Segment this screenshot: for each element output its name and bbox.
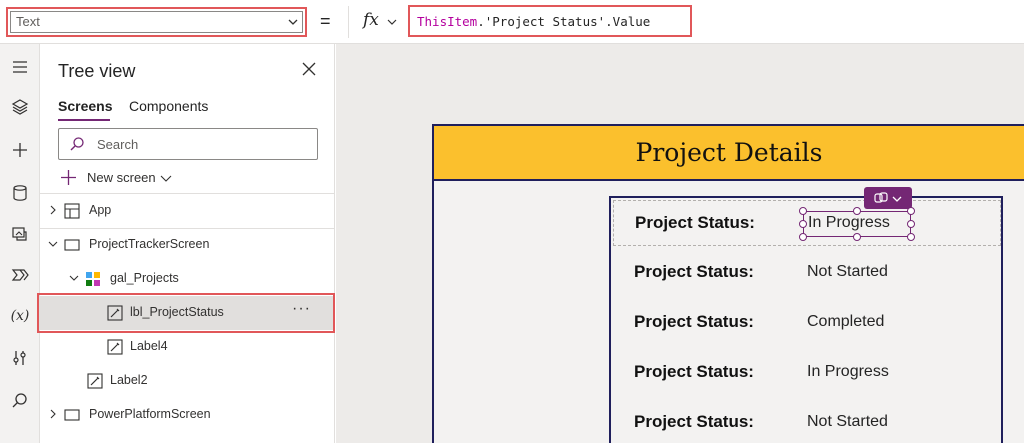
resize-handle[interactable]	[907, 220, 915, 228]
tree-item-label4[interactable]: Label4	[40, 330, 335, 364]
gallery[interactable]: Project Status: In Progress Project Stat…	[609, 187, 1003, 443]
status-value: Not Started	[807, 413, 888, 430]
status-label: Project Status:	[634, 312, 754, 331]
tree-item-projecttrackerscreen[interactable]: ProjectTrackerScreen	[40, 228, 335, 262]
status-value: Completed	[807, 313, 885, 330]
tree-view-title: Tree view	[58, 61, 136, 81]
gallery-item[interactable]: Project Status: Not Started	[611, 248, 1001, 298]
tree-item-label: App	[89, 203, 112, 217]
label-icon	[107, 339, 123, 355]
fx-icon: fx	[363, 10, 379, 30]
header-title: Project Details	[635, 138, 823, 167]
chevron-right-icon[interactable]	[48, 205, 58, 215]
resize-handle[interactable]	[853, 207, 861, 215]
resize-handle[interactable]	[799, 207, 807, 215]
property-dropdown[interactable]: Text	[6, 7, 307, 37]
tab-components[interactable]: Components	[129, 98, 208, 114]
chevron-down-icon	[387, 19, 397, 25]
resize-handle[interactable]	[907, 207, 915, 215]
gallery-icon	[86, 272, 100, 286]
status-label: Project Status:	[634, 262, 754, 281]
app-icon	[64, 203, 80, 219]
chevron-down-icon[interactable]	[69, 273, 79, 283]
status-label: Project Status:	[634, 412, 754, 431]
chevron-down-icon[interactable]	[48, 239, 58, 249]
gallery-item[interactable]: Project Status: In Progress	[613, 187, 1001, 246]
tree-item-label: gal_Projects	[110, 271, 179, 285]
fx-button[interactable]: fx	[348, 6, 404, 38]
header-bar[interactable]: Project Details	[434, 126, 1024, 181]
resize-handle[interactable]	[853, 233, 861, 241]
formula-rest: .'Project Status'.Value	[477, 14, 651, 29]
tree-item-app[interactable]: App	[40, 194, 335, 228]
formula-bar: Text = fx ThisItem.'Project Status'.Valu…	[0, 0, 1024, 44]
tree-item-label: Label2	[110, 373, 148, 387]
layers-icon[interactable]	[5, 92, 35, 122]
gallery-item[interactable]: Project Status: Completed	[611, 298, 1001, 348]
formula-text: ThisItem.'Project Status'.Value	[417, 14, 650, 29]
gallery-item[interactable]: Project Status: In Progress	[611, 348, 1001, 398]
formula-input[interactable]: ThisItem.'Project Status'.Value	[408, 5, 692, 37]
gallery-item[interactable]: Project Status: Not Started	[611, 398, 1001, 443]
chevron-down-icon	[288, 19, 298, 25]
screen-icon	[64, 239, 80, 251]
copilot-badge[interactable]	[864, 187, 912, 209]
property-dropdown-inner	[10, 11, 303, 33]
resize-handle[interactable]	[799, 233, 807, 241]
tree-item-label: PowerPlatformScreen	[89, 407, 211, 421]
status-value: In Progress	[807, 363, 889, 380]
chevron-down-icon	[160, 175, 172, 182]
search-icon	[70, 137, 84, 151]
label-icon	[87, 373, 103, 389]
new-screen-label: New screen	[87, 170, 156, 185]
equals-sign: =	[320, 11, 331, 31]
plus-icon	[61, 170, 76, 185]
tools-icon[interactable]	[5, 343, 35, 373]
chevron-down-icon	[892, 196, 902, 202]
copilot-icon	[874, 192, 888, 203]
resize-handle[interactable]	[799, 220, 807, 228]
selection-box	[799, 207, 915, 241]
formula-keyword: ThisItem	[417, 14, 478, 29]
chevron-right-icon[interactable]	[48, 409, 58, 419]
active-tab-indicator	[58, 119, 110, 121]
status-label: Project Status:	[634, 362, 754, 381]
menu-icon[interactable]	[5, 52, 35, 82]
app-screen[interactable]: Project Details Project Status: In Progr…	[432, 124, 1024, 443]
tree-view-panel: Tree view Screens Components Search New …	[37, 44, 335, 443]
resize-handle[interactable]	[907, 233, 915, 241]
status-value: Not Started	[807, 263, 888, 280]
search-input[interactable]: Search	[58, 128, 318, 160]
tree-item-label: lbl_ProjectStatus	[130, 305, 224, 319]
more-options-icon[interactable]: ···	[292, 300, 311, 318]
label-icon	[107, 305, 123, 321]
tree-item-powerplatformscreen[interactable]: PowerPlatformScreen	[40, 398, 335, 432]
media-icon[interactable]	[5, 219, 35, 249]
left-rail: (x)	[0, 44, 40, 443]
screen-icon	[64, 409, 80, 421]
tab-screens[interactable]: Screens	[58, 98, 112, 114]
search-icon[interactable]	[5, 386, 35, 416]
status-label: Project Status:	[635, 213, 755, 232]
search-placeholder: Search	[97, 137, 139, 152]
close-icon[interactable]	[300, 60, 318, 78]
plus-icon[interactable]	[5, 135, 35, 165]
tree-item-label: Label4	[130, 339, 168, 353]
tree-item-label2[interactable]: Label2	[40, 364, 335, 398]
tree-item-lbl-projectstatus[interactable]: lbl_ProjectStatus ···	[37, 293, 335, 333]
power-automate-icon[interactable]	[5, 260, 35, 290]
property-dropdown-value: Text	[16, 14, 40, 29]
tree-item-label: ProjectTrackerScreen	[89, 237, 210, 251]
database-icon[interactable]	[5, 178, 35, 208]
variables-icon[interactable]: (x)	[5, 301, 35, 331]
design-canvas: Project Details Project Status: In Progr…	[336, 44, 1024, 443]
tree-item-gal-projects[interactable]: gal_Projects	[40, 262, 335, 296]
